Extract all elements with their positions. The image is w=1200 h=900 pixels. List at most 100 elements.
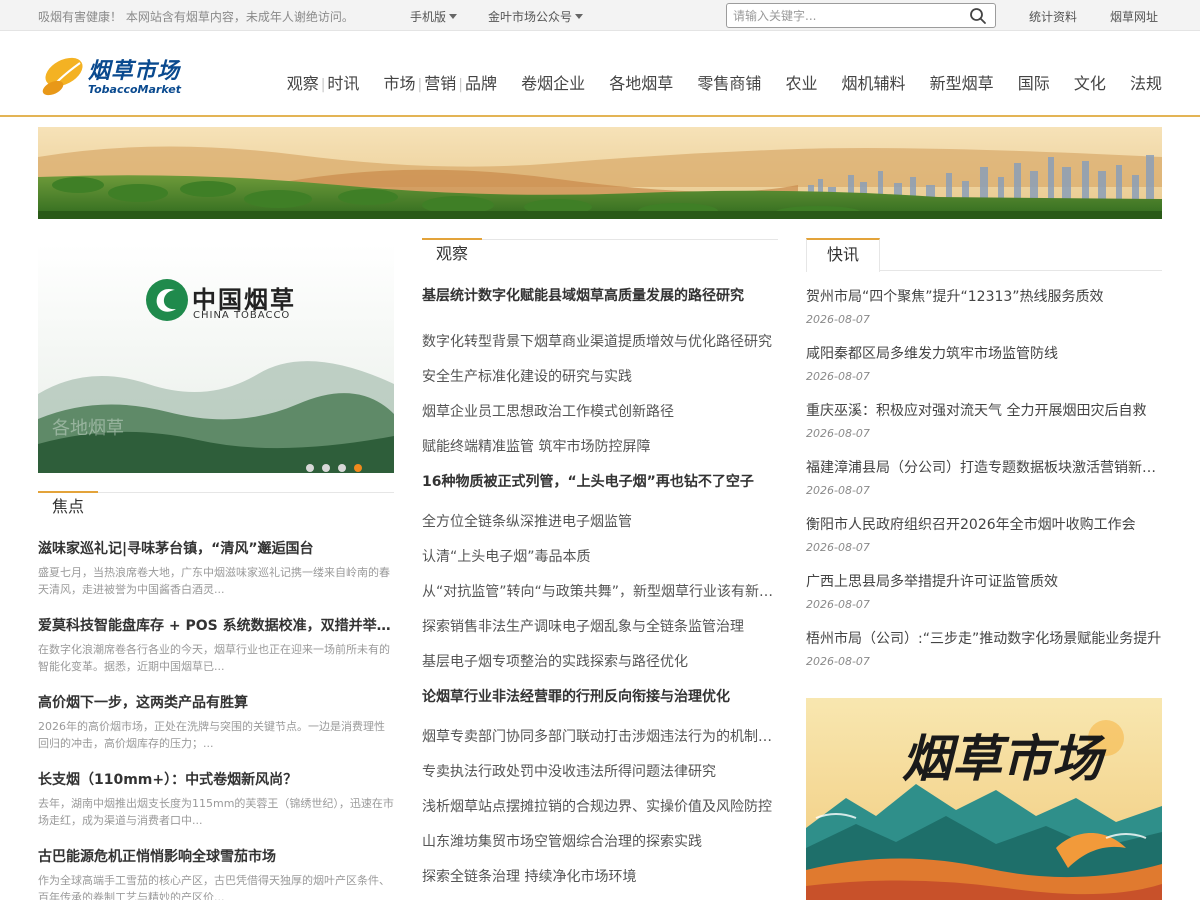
image-carousel[interactable]: 各地烟草 中国烟草 CHINA TOBACCO xyxy=(38,244,394,473)
observe-article-link[interactable]: 烟草企业员工思想政治工作模式创新路径 xyxy=(422,398,778,433)
nav-item-cigarette-enterprises[interactable]: 卷烟企业 xyxy=(521,70,585,94)
focus-item-title[interactable]: 滋味家巡礼记|寻味茅台镇，“清风”邂逅国台 xyxy=(38,538,394,560)
observe-lead-article[interactable]: 论烟草行业非法经营罪的行刑反向衔接与治理优化 xyxy=(422,683,778,723)
china-tobacco-subtitle: CHINA TOBACCO xyxy=(193,310,291,321)
news-flash-date: 2026-08-07 xyxy=(806,655,870,668)
focus-list: 滋味家巡礼记|寻味茅台镇，“清风”邂逅国台 盛夏七月，当热浪席卷大地，广东中烟滋… xyxy=(38,538,394,900)
news-flash-title[interactable]: 咸阳秦都区局多维发力筑牢市场监管防线 xyxy=(806,342,1162,366)
news-flash-date: 2026-08-07 xyxy=(806,313,870,326)
news-flash-item[interactable]: 衡阳市人民政府组织召开2026年全市烟叶收购工作会 2026-08-07 xyxy=(806,513,1162,570)
carousel-dot-active[interactable] xyxy=(354,464,362,472)
observe-section-header: 观察 xyxy=(422,238,778,269)
carousel-indicators xyxy=(306,457,370,473)
observe-article-link[interactable]: 浅析烟草站点摆摊拉销的合规边界、实操价值及风险防控 xyxy=(422,793,778,828)
nav-item-retail-shops[interactable]: 零售商铺 xyxy=(697,70,761,94)
nav-item-agriculture[interactable]: 农业 xyxy=(785,70,817,94)
focus-item-summary: 作为全球高端手工雪茄的核心产区，古巴凭借得天独厚的烟叶产区条件、百年传承的卷制工… xyxy=(38,874,390,900)
observe-article-link[interactable]: 数字化转型背景下烟草商业渠道提质增效与优化路径研究 xyxy=(422,328,778,363)
nav-item-machinery-materials[interactable]: 烟机辅料 xyxy=(842,70,906,94)
focus-item-title[interactable]: 爱莫科技智能盘库存 + POS 系统数据校准，双措并举筑牢市场秩序 xyxy=(38,615,394,637)
landscape-banner xyxy=(38,127,1162,219)
focus-item-summary: 去年，湖南中烟推出烟支长度为115mm的芙蓉王（锦绣世纪），迅速在市场走红，成为… xyxy=(38,797,394,827)
top-bar: 吸烟有害健康！ 本网站含有烟草内容，未成年人谢绝访问。 手机版 金叶市场公众号 … xyxy=(0,0,1200,31)
observe-article-link[interactable]: 安全生产标准化建设的研究与实践 xyxy=(422,363,778,398)
news-flash-date: 2026-08-07 xyxy=(806,370,870,383)
focus-item[interactable]: 古巴能源危机正悄悄影响全球雪茄市场 作为全球高端手工雪茄的核心产区，古巴凭借得天… xyxy=(38,846,394,900)
nav-item-regional-tobacco[interactable]: 各地烟草 xyxy=(609,70,673,94)
carousel-dot[interactable] xyxy=(306,464,314,472)
observe-article-link[interactable]: 赋能终端精准监管 筑牢市场防控屏障 xyxy=(422,433,778,468)
wechat-account-dropdown[interactable]: 金叶市场公众号 xyxy=(488,8,584,25)
stats-link[interactable]: 统计资料 xyxy=(1029,8,1077,25)
chevron-down-icon xyxy=(449,14,458,19)
carousel-dot[interactable] xyxy=(338,464,346,472)
search-icon[interactable] xyxy=(969,7,987,25)
news-flash-title[interactable]: 重庆巫溪：积极应对强对流天气 全力开展烟田灾后自救 xyxy=(806,399,1162,423)
mobile-version-dropdown[interactable]: 手机版 xyxy=(410,8,458,25)
tobacco-sites-link[interactable]: 烟草网址 xyxy=(1110,8,1158,25)
news-flash-item[interactable]: 福建漳浦县局（分公司）打造专题数据板块激活营销新动能 2026-08-07 xyxy=(806,456,1162,513)
china-tobacco-logo-icon xyxy=(146,279,188,321)
site-header: 烟草市场 TobaccoMarket 观察 | 时讯 市场 | 营销 | 品牌 卷烟企业 各… xyxy=(0,31,1200,117)
news-flash-title[interactable]: 福建漳浦县局（分公司）打造专题数据板块激活营销新动能 xyxy=(806,456,1162,480)
news-flash-heading[interactable]: 快讯 xyxy=(806,238,881,272)
observe-lead-article[interactable]: 16种物质被正式列管，“上头电子烟”再也钻不了空子 xyxy=(422,468,778,508)
nav-divider: | xyxy=(417,77,423,93)
focus-item[interactable]: 长支烟（110mm+）：中式卷烟新风尚？ 去年，湖南中烟推出烟支长度为115mm… xyxy=(38,769,394,846)
observe-article-link[interactable]: 烟草专卖部门协同多部门联动打击涉烟违法行为的机制研究 xyxy=(422,723,778,758)
news-flash-item[interactable]: 广西上思县局多举措提升许可证监管质效 2026-08-07 xyxy=(806,570,1162,627)
nav-item-culture[interactable]: 文化 xyxy=(1074,70,1106,94)
main-nav: 观察 | 时讯 市场 | 营销 | 品牌 卷烟企业 各地烟草 零售商铺 农业 烟机辅料 新型… xyxy=(268,70,1162,94)
focus-item-summary: 盛夏七月，当热浪席卷大地，广东中烟滋味家巡礼记携一缕来自岭南的春天清风，走进被誉… xyxy=(38,566,390,596)
news-flash-title[interactable]: 广西上思县局多举措提升许可证监管质效 xyxy=(806,570,1162,594)
search-input[interactable] xyxy=(733,7,961,24)
nav-item-regulations[interactable]: 法规 xyxy=(1130,70,1162,94)
news-flash-item[interactable]: 咸阳秦都区局多维发力筑牢市场监管防线 2026-08-07 xyxy=(806,342,1162,399)
nav-item-new-tobacco[interactable]: 新型烟草 xyxy=(930,70,994,94)
nav-item-news[interactable]: 时讯 xyxy=(327,70,359,94)
observe-article-list: 基层统计数字化赋能县域烟草高质量发展的路径研究 数字化转型背景下烟草商业渠道提质… xyxy=(422,282,778,898)
nav-item-market[interactable]: 市场 xyxy=(384,70,416,94)
news-flash-item[interactable]: 贺州市局“四个聚焦”提升“12313”热线服务质效 2026-08-07 xyxy=(806,285,1162,342)
focus-item[interactable]: 爱莫科技智能盘库存 + POS 系统数据校准，双措并举筑牢市场秩序 在数字化浪潮… xyxy=(38,615,394,692)
news-flash-item[interactable]: 重庆巫溪：积极应对强对流天气 全力开展烟田灾后自救 2026-08-07 xyxy=(806,399,1162,456)
observe-heading[interactable]: 观察 xyxy=(422,238,483,269)
news-flash-item[interactable]: 梧州市局（公司）:“三步走”推动数字化场景赋能业务提升 2026-08-07 xyxy=(806,627,1162,684)
nav-item-international[interactable]: 国际 xyxy=(1018,70,1050,94)
observe-article-link[interactable]: 专卖执法行政处罚中没收违法所得问题法律研究 xyxy=(422,758,778,793)
news-flash-title[interactable]: 梧州市局（公司）:“三步走”推动数字化场景赋能业务提升 xyxy=(806,627,1162,651)
news-flash-date: 2026-08-07 xyxy=(806,484,870,497)
svg-text:各地烟草: 各地烟草 xyxy=(52,418,124,439)
observe-article-link[interactable]: 认清“上头电子烟”毒品本质 xyxy=(422,543,778,578)
focus-heading[interactable]: 焦点 xyxy=(38,491,99,522)
focus-item-title[interactable]: 长支烟（110mm+）：中式卷烟新风尚？ xyxy=(38,769,394,791)
focus-item[interactable]: 高价烟下一步，这两类产品有胜算 2026年的高价烟市场，正处在洗牌与突围的关键节… xyxy=(38,692,394,769)
focus-item-title[interactable]: 古巴能源危机正悄悄影响全球雪茄市场 xyxy=(38,846,394,868)
tobacco-field-banner-image xyxy=(38,127,1162,219)
observe-article-link[interactable]: 基层电子烟专项整治的实践探索与路径优化 xyxy=(422,648,778,683)
carousel-dot[interactable] xyxy=(322,464,330,472)
focus-item-summary: 在数字化浪潮席卷各行各业的今天，烟草行业也正在迎来一场前所未有的智能化变革。据悉… xyxy=(38,643,390,673)
news-flash-title[interactable]: 贺州市局“四个聚焦”提升“12313”热线服务质效 xyxy=(806,285,1162,309)
observe-article-link[interactable]: 山东潍坊集贸市场空管烟综合治理的探索实践 xyxy=(422,828,778,863)
focus-item-title[interactable]: 高价烟下一步，这两类产品有胜算 xyxy=(38,692,394,714)
observe-lead-article[interactable]: 基层统计数字化赋能县域烟草高质量发展的路径研究 xyxy=(422,282,778,328)
observe-article-link[interactable]: 探索全链条治理 持续净化市场环境 xyxy=(422,863,778,898)
nav-item-marketing[interactable]: 营销 xyxy=(424,70,456,94)
nav-item-brand[interactable]: 品牌 xyxy=(465,70,497,94)
site-logo[interactable]: 烟草市场 TobaccoMarket xyxy=(38,53,181,103)
health-notice: 吸烟有害健康！ 本网站含有烟草内容，未成年人谢绝访问。 xyxy=(38,10,354,24)
nav-divider: | xyxy=(458,77,463,93)
focus-item[interactable]: 滋味家巡礼记|寻味茅台镇，“清风”邂逅国台 盛夏七月，当热浪席卷大地，广东中烟滋… xyxy=(38,538,394,615)
observe-article-link[interactable]: 探索销售非法生产调味电子烟乱象与全链条监管治理 xyxy=(422,613,778,648)
news-flash-title[interactable]: 衡阳市人民政府组织召开2026年全市烟叶收购工作会 xyxy=(806,513,1162,537)
search-box xyxy=(726,3,996,28)
nav-item-observe[interactable]: 观察 xyxy=(287,70,319,94)
observe-article-link[interactable]: 全方位全链条纵深推进电子烟监管 xyxy=(422,508,778,543)
nav-divider: | xyxy=(320,77,326,93)
misty-mountain-slide-image: 各地烟草 xyxy=(38,244,394,473)
illustrated-landscape-poster-image: 烟草市场 xyxy=(806,698,1162,900)
promo-poster[interactable]: 烟草市场 xyxy=(806,698,1162,900)
news-flash-list: 贺州市局“四个聚焦”提升“12313”热线服务质效 2026-08-07 咸阳秦… xyxy=(806,285,1162,684)
observe-article-link[interactable]: 从“对抗监管”转向“与政策共舞”，新型烟草行业该有新思维 xyxy=(422,578,778,613)
